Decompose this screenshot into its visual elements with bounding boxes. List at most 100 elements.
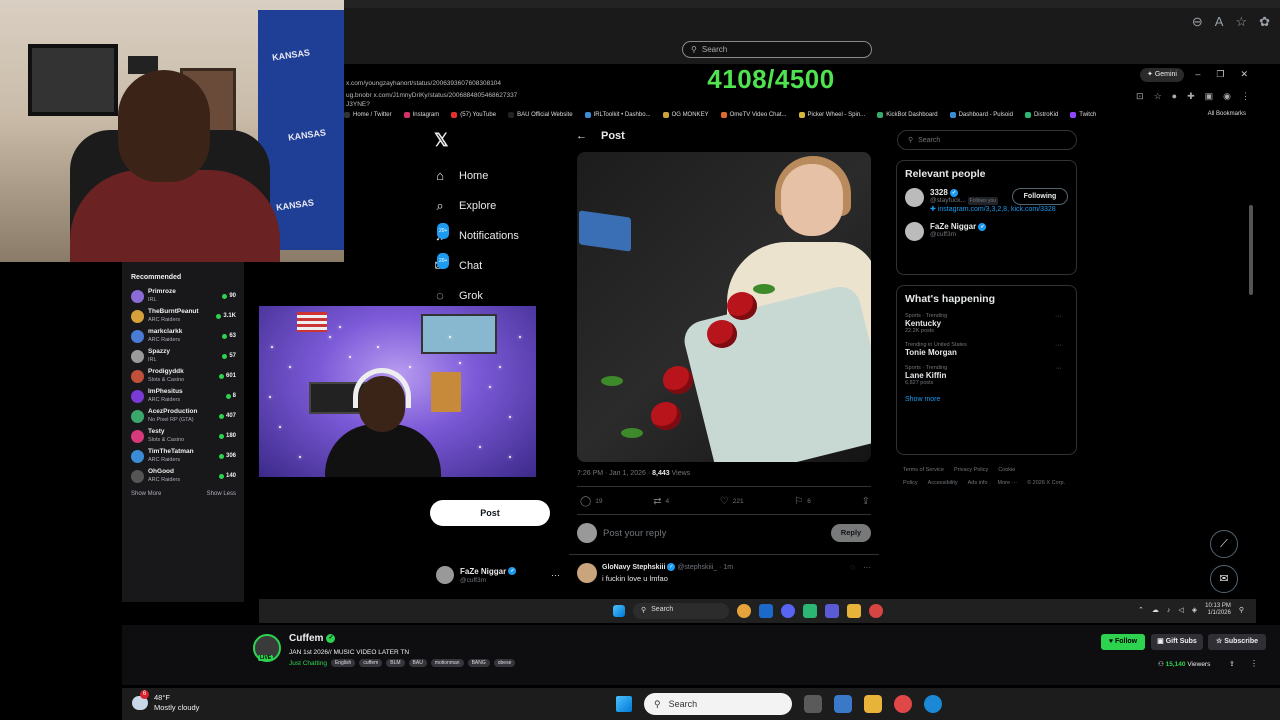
post-button[interactable]: Post <box>430 500 550 526</box>
more-icon[interactable]: ··· <box>551 570 560 580</box>
footer-link[interactable]: Privacy Policy <box>954 467 988 473</box>
recommended-item[interactable]: Testy Slots & Casino 180 <box>131 426 236 446</box>
trend-item[interactable]: Trending in United States Tonie Morgan ··· <box>905 342 1068 357</box>
channel-name[interactable]: Cuffem <box>289 633 323 644</box>
footer-link[interactable]: © 2026 X Corp. <box>1027 480 1065 486</box>
nav-item-notifications[interactable]: ♫20+ Notifications <box>433 221 573 251</box>
footer-link[interactable]: Ads info <box>968 480 988 486</box>
recommended-item[interactable]: AcezProduction No Pixel RP (GTA) 407 <box>131 406 236 426</box>
sidebar-icon[interactable]: ▣ <box>1205 91 1214 102</box>
post-image[interactable] <box>577 152 871 462</box>
network-icon[interactable]: ◈ <box>1192 606 1197 614</box>
show-less-link[interactable]: Show Less <box>207 491 236 497</box>
like-action[interactable]: ♡ 221 <box>720 496 744 507</box>
following-button[interactable]: Following <box>1012 188 1068 205</box>
x-search-input[interactable]: ⚲ Search <box>897 130 1077 150</box>
nav-item-explore[interactable]: ⌕ Explore <box>433 191 573 221</box>
chrome-icon[interactable] <box>894 695 912 713</box>
repost-action[interactable]: ⇄ 4 <box>653 496 669 507</box>
recommended-item[interactable]: Spazzy IRL 57 <box>131 346 236 366</box>
chrome-icon[interactable] <box>737 604 751 618</box>
extension-icon[interactable]: ● <box>1172 91 1177 102</box>
discord-icon[interactable] <box>781 604 795 618</box>
comment-item[interactable]: GloNavy Stephskiii ✓ @stephskiii_ · 1m i… <box>577 563 871 583</box>
cloud-icon[interactable]: ☁ <box>1152 606 1159 614</box>
bookmark-action[interactable]: ⚐ 6 <box>794 496 811 507</box>
messages-float-icon[interactable]: ✉ <box>1210 565 1238 593</box>
grok-icon[interactable]: ◌ <box>850 563 855 583</box>
subscribe-button[interactable]: ☆ Subscribe <box>1208 634 1266 650</box>
bookmark-item[interactable]: Instagram <box>403 112 439 118</box>
reply-action[interactable]: ◯ 19 <box>580 496 602 507</box>
x-logo-icon[interactable]: 𝕏 <box>434 130 449 151</box>
maximize-icon[interactable]: ❐ <box>1216 69 1224 80</box>
store-icon[interactable] <box>834 695 852 713</box>
follow-button[interactable]: ♥ Follow <box>1101 634 1145 650</box>
windows-start-icon[interactable] <box>616 696 632 712</box>
all-bookmarks[interactable]: All Bookmarks <box>1208 111 1246 117</box>
address-bar[interactable]: ug.bnobr x.com/J1mnyDriKy/status/2006884… <box>346 92 517 99</box>
steam-icon[interactable] <box>759 604 773 618</box>
edge-icon[interactable] <box>924 695 942 713</box>
reply-button[interactable]: Reply <box>831 524 871 542</box>
stream-tag[interactable]: obese <box>493 659 516 667</box>
nav-item-chat[interactable]: ✉20+ Chat <box>433 251 573 281</box>
trend-item[interactable]: Sports · Trending Lane Kiffin 6,827 posts ·… <box>905 365 1068 386</box>
back-arrow-icon[interactable]: ← <box>576 130 587 142</box>
footer-link[interactable]: More ··· <box>998 480 1018 486</box>
app-icon[interactable] <box>803 604 817 618</box>
bookmark-item[interactable]: DistroKid <box>1024 112 1058 118</box>
trend-item[interactable]: Sports · Trending Kentucky 22.2K posts ··· <box>905 313 1068 334</box>
bookmark-item[interactable]: IRLToolkit • Dashbo... <box>584 112 651 118</box>
chrome-active-icon[interactable] <box>869 604 883 618</box>
grok-float-icon[interactable]: ⟋ <box>1210 530 1238 558</box>
recommended-item[interactable]: TimTheTatman ARC Raiders 306 <box>131 446 236 466</box>
stream-tag[interactable]: BLM <box>386 659 405 667</box>
outer-tab-strip[interactable] <box>344 0 1280 8</box>
recommended-item[interactable]: OhGood ARC Raiders 140 <box>131 466 236 486</box>
outer-search-input[interactable]: ⚲ Search <box>682 41 872 58</box>
show-more-link[interactable]: Show More <box>131 491 161 497</box>
bookmark-item[interactable]: OmeTV Video Chat... <box>720 112 787 118</box>
stream-tag[interactable]: motionman <box>430 659 464 667</box>
volume-icon[interactable]: ◁ <box>1178 606 1183 614</box>
more-icon[interactable]: ··· <box>1055 313 1062 320</box>
mic-icon[interactable]: ♪ <box>1167 607 1171 614</box>
footer-link[interactable]: Accessibility <box>928 480 958 486</box>
weather-widget[interactable]: 6 48°F Mostly cloudy <box>132 690 199 713</box>
file-explorer-icon[interactable] <box>847 604 861 618</box>
more-icon[interactable]: ··· <box>863 563 871 583</box>
install-icon[interactable]: ⊡ <box>1136 91 1144 102</box>
file-explorer-icon[interactable] <box>864 695 882 713</box>
recommended-item[interactable]: Prodigyddk Slots & Casino 601 <box>131 366 236 386</box>
account-switcher[interactable]: FaZe Niggar ✓ @cuff3m ··· <box>436 563 560 587</box>
gift-subs-button[interactable]: ▣ Gift Subs <box>1151 634 1203 650</box>
zoom-icon[interactable]: ⊖ <box>1192 14 1203 30</box>
extensions-icon[interactable]: ✿ <box>1259 14 1270 30</box>
menu-icon[interactable]: ⋮ <box>1241 91 1250 102</box>
bookmark-item[interactable]: Home / Twitter <box>344 112 392 118</box>
star-icon[interactable]: ☆ <box>1154 91 1162 102</box>
bookmark-item[interactable]: OG MONKEY <box>662 112 709 118</box>
windows-start-icon[interactable] <box>613 605 625 617</box>
bookmark-item[interactable]: KickBot Dashboard <box>877 112 938 118</box>
person-item[interactable]: FaZe Niggar ✓ @cuff3m <box>905 222 1068 241</box>
recommended-item[interactable]: markclarkk ARC Raiders 63 <box>131 326 236 346</box>
bookmark-item[interactable]: (57) YouTube <box>451 112 496 118</box>
stream-tag[interactable]: BAU <box>408 659 427 667</box>
recommended-item[interactable]: Primroze IRL 90 <box>131 286 236 306</box>
taskbar-search[interactable]: ⚲ Search <box>644 693 792 715</box>
puzzle-icon[interactable]: ✚ <box>1187 91 1195 102</box>
bookmark-item[interactable]: BAU Official Website <box>508 112 573 118</box>
minimize-icon[interactable]: – <box>1195 69 1200 80</box>
show-more-link[interactable]: Show more <box>905 396 1068 403</box>
stream-tag[interactable]: cuffem <box>359 659 383 667</box>
close-icon[interactable]: ✕ <box>1240 69 1248 80</box>
reply-input[interactable]: Post your reply <box>603 528 825 539</box>
more-icon[interactable]: ··· <box>1055 365 1062 372</box>
obs-icon[interactable] <box>825 604 839 618</box>
bookmark-item[interactable]: Dashboard - Pulsoid <box>949 112 1013 118</box>
recommended-item[interactable]: TheBurntPeanut ARC Raiders 3.1K <box>131 306 236 326</box>
scrollbar[interactable] <box>1249 205 1253 295</box>
nav-item-home[interactable]: ⌂ Home <box>433 161 573 191</box>
